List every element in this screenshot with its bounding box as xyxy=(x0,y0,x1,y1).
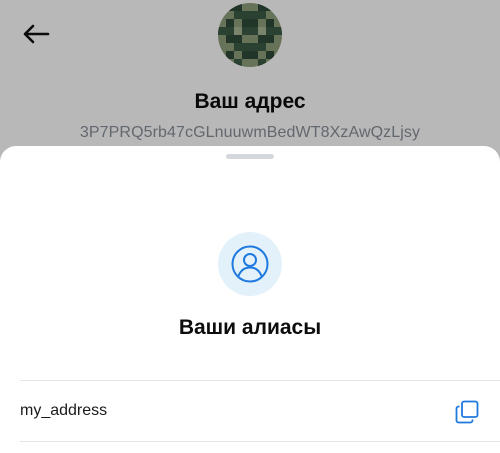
user-circle-icon-badge xyxy=(218,232,282,296)
sheet-grabber[interactable] xyxy=(226,154,274,159)
copy-alias-button[interactable] xyxy=(454,399,480,425)
aliases-bottom-sheet: Ваши алиасы my_address xyxy=(0,146,500,453)
alias-name: my_address xyxy=(20,402,108,419)
user-circle-icon xyxy=(231,245,269,283)
sheet-title: Ваши алиасы xyxy=(178,316,322,339)
alias-row: my_address xyxy=(20,381,500,442)
copy-icon xyxy=(455,400,479,424)
alias-list: my_address xyxy=(20,380,500,442)
